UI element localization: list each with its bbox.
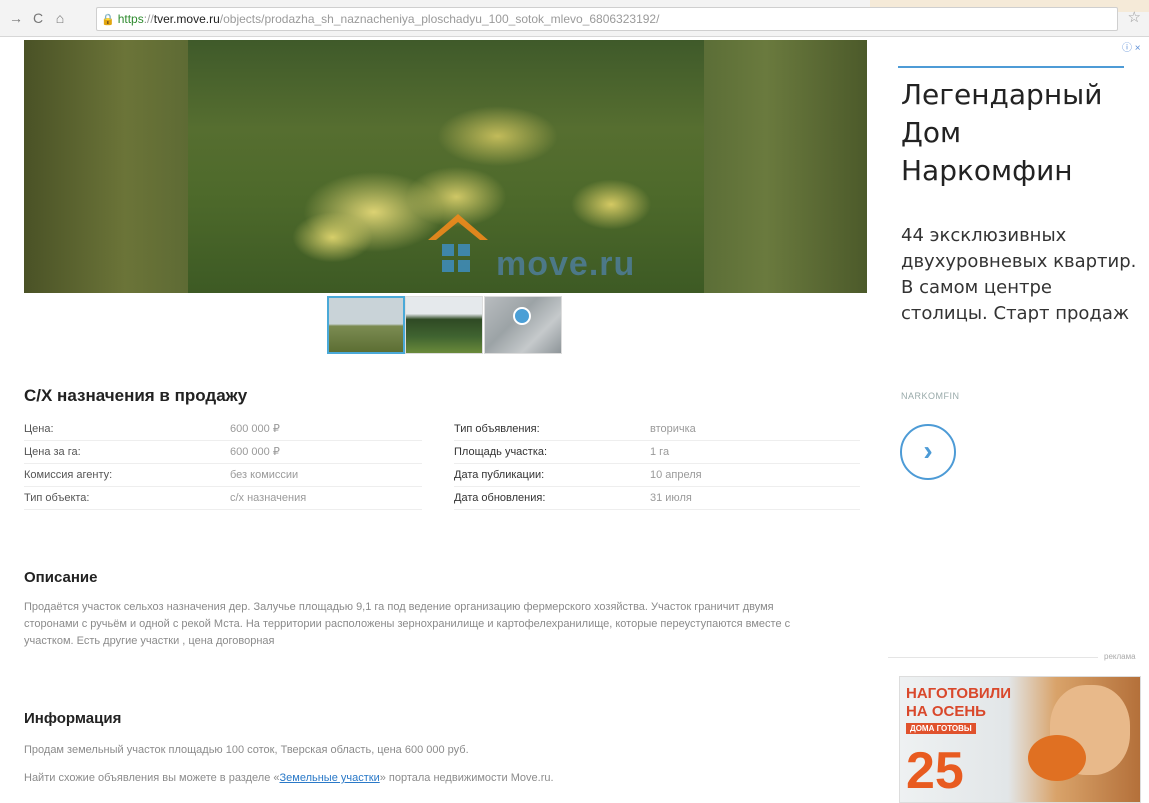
prop-value: 31 июля [650, 492, 692, 504]
prop-row-object-type: Тип объекта: с/х назначения [24, 487, 422, 510]
forward-icon[interactable]: → [8, 9, 24, 27]
thumbnail-photo-2[interactable] [405, 296, 483, 354]
info-line-2-prefix: Найти схожие объявления вы можете в разд… [24, 772, 280, 784]
ad2-divider [888, 657, 1098, 658]
listing-title: С/Х назначения в продажу [24, 386, 248, 405]
ad-brand: NARKOMFIN [901, 391, 960, 401]
land-plots-link[interactable]: Земельные участки [280, 772, 380, 784]
ad-banner[interactable]: НАГОТОВИЛИ НА ОСЕНЬ ДОМА ГОТОВЫ 25 [899, 676, 1141, 803]
prop-row-price: Цена: 600 000 ₽ [24, 418, 422, 441]
prop-row-commission: Комиссия агенту: без комиссии [24, 464, 422, 487]
ad-body-text[interactable]: 44 эксклюзивных двухуровневых квартир. В… [901, 223, 1141, 327]
info-line-2: Найти схожие объявления вы можете в разд… [24, 772, 554, 784]
watermark-logo-text: move.ru [496, 245, 636, 283]
prop-row-listing-type: Тип объявления: вторичка [454, 418, 860, 441]
prop-key: Тип объекта: [24, 492, 90, 504]
prop-value: 10 апреля [650, 469, 702, 481]
ad-arrow-button[interactable]: › [900, 424, 956, 480]
prop-key: Цена: [24, 423, 54, 435]
banner-headline-line2: НА ОСЕНЬ [906, 703, 986, 720]
banner-pumpkin-image [1028, 735, 1086, 781]
description-heading: Описание [24, 569, 98, 586]
ad-info-close-icon[interactable]: ⓘ × [1122, 39, 1141, 54]
banner-number: 25 [906, 742, 964, 800]
url-scheme-separator: :// [143, 12, 154, 26]
url-scheme: https [117, 12, 144, 26]
prop-value: без комиссии [230, 469, 299, 481]
banner-tag: ДОМА ГОТОВЫ [906, 723, 976, 734]
prop-row-price-per-ha: Цена за га: 600 000 ₽ [24, 441, 422, 464]
prop-key: Комиссия агенту: [24, 469, 113, 481]
home-icon[interactable]: ⌂ [52, 9, 68, 27]
description-text: Продаётся участок сельхоз назначения дер… [24, 601, 791, 647]
prop-value: с/х назначения [230, 492, 307, 504]
lock-icon: 🔒 [101, 14, 115, 26]
prop-key: Цена за га: [24, 446, 81, 458]
url-host: tver.move.ru [153, 12, 220, 26]
address-bar[interactable]: 🔒 https://tver.move.ru/objects/prodazha_s… [96, 7, 1118, 31]
reload-icon[interactable]: C [30, 9, 46, 27]
browser-toolbar: → C ⌂ 🔒 https://tver.move.ru/objects/prod… [0, 0, 1149, 37]
thumbnail-photo-1[interactable] [327, 296, 405, 354]
banner-headline-line1: НАГОТОВИЛИ [906, 685, 1012, 702]
ad-headline[interactable]: Легендарный Дом Наркомфин [901, 76, 1141, 190]
prop-row-plot-area: Площадь участка: 1 га [454, 441, 860, 464]
prop-key: Дата публикации: [454, 469, 545, 481]
thumbnail-map[interactable] [484, 296, 562, 354]
ad-top-divider [898, 66, 1124, 68]
watermark-house-icon [428, 214, 488, 272]
bookmark-star-icon[interactable]: ☆ [1128, 9, 1141, 27]
ad2-label: реклама [1104, 652, 1136, 661]
prop-key: Площадь участка: [454, 446, 548, 458]
prop-key: Тип объявления: [454, 423, 540, 435]
prop-value: 600 000 ₽ [230, 423, 280, 435]
prop-value: 1 га [650, 446, 670, 458]
info-heading: Информация [24, 710, 122, 727]
prop-row-updated: Дата обновления: 31 июля [454, 487, 860, 510]
map-pin-icon [513, 307, 531, 325]
prop-row-published: Дата публикации: 10 апреля [454, 464, 860, 487]
info-line-2-suffix: » портала недвижимости Move.ru. [379, 772, 554, 784]
prop-value: вторичка [650, 423, 696, 435]
info-line-1: Продам земельный участок площадью 100 со… [24, 744, 469, 756]
banner-headline: НАГОТОВИЛИ НА ОСЕНЬ [906, 685, 1011, 721]
url-path: /objects/prodazha_sh_naznacheniya_plosch… [219, 12, 660, 26]
prop-value: 600 000 ₽ [230, 446, 280, 458]
prop-key: Дата обновления: [454, 492, 546, 504]
